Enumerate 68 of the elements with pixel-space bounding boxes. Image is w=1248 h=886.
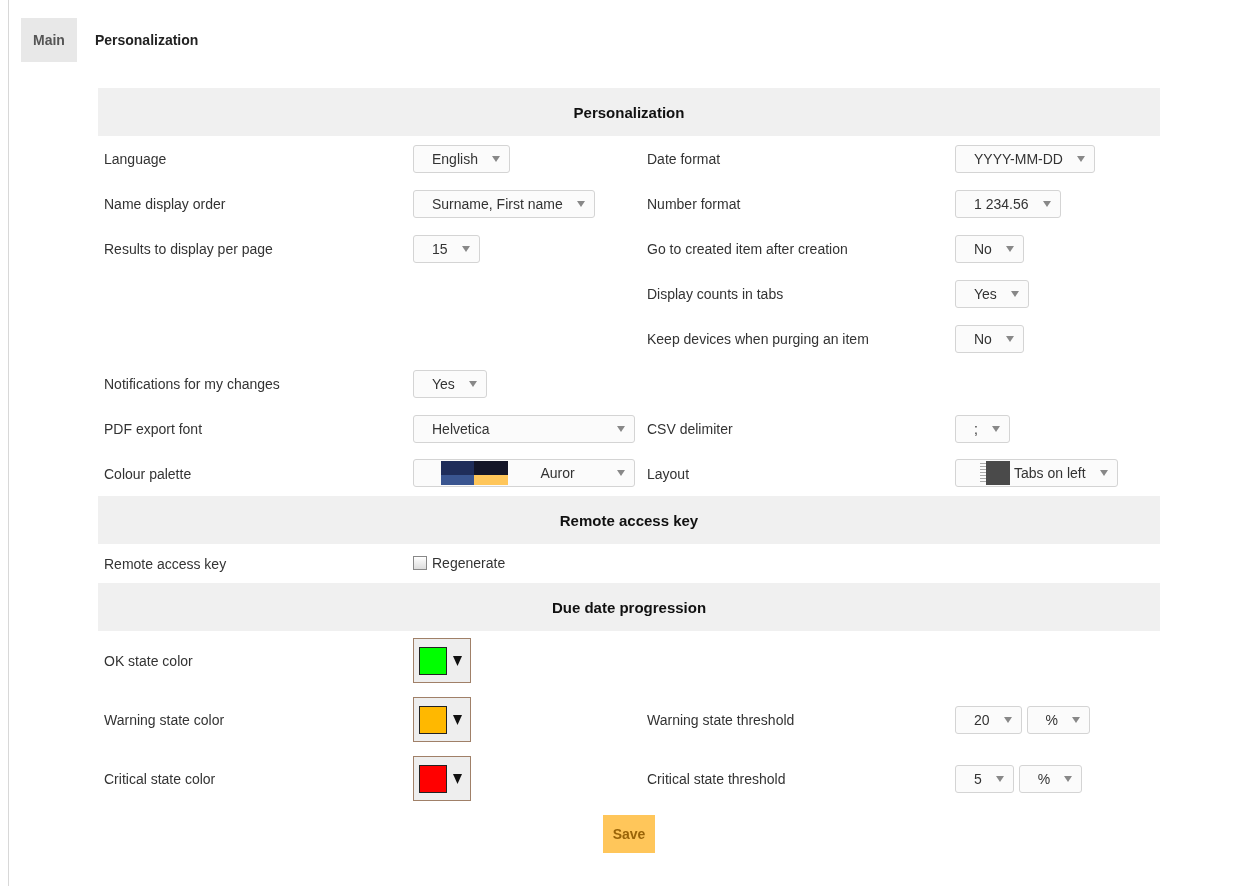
caret-icon (1064, 775, 1073, 782)
section-title: Remote access key (559, 511, 699, 529)
field-label: OK state color (104, 652, 193, 669)
tab[interactable]: Personalization (94, 18, 199, 62)
dropdown[interactable]: 5 (955, 764, 1014, 793)
color-picker[interactable] (413, 697, 471, 742)
dropdown[interactable]: 1 234.56 (955, 189, 1061, 218)
caret-icon (453, 655, 462, 666)
dropdown[interactable]: 15 (413, 234, 480, 263)
dropdown[interactable]: Surname, First name (413, 189, 595, 218)
caret-icon (1010, 290, 1019, 297)
caret-icon (576, 200, 585, 207)
color-picker[interactable] (413, 756, 471, 801)
dropdown[interactable]: No (955, 234, 1024, 263)
caret-icon (991, 425, 1000, 432)
dropdown[interactable]: Helvetica (413, 414, 635, 443)
dropdown[interactable]: Yes (413, 369, 487, 398)
caret-icon (617, 470, 625, 476)
section-title: Personalization (573, 103, 685, 121)
field-label: Notifications for my changes (104, 375, 280, 392)
caret-icon (453, 773, 462, 784)
caret-icon (617, 425, 625, 432)
dropdown[interactable]: Yes (955, 279, 1029, 308)
field-label: Layout (647, 465, 690, 482)
field-label: Language (104, 150, 167, 167)
color-picker[interactable] (413, 638, 471, 683)
checkbox[interactable] (413, 555, 427, 570)
caret-icon (491, 155, 500, 162)
field-label: Warning state threshold (647, 711, 795, 728)
field-label: Display counts in tabs (647, 285, 784, 302)
field-label: PDF export font (104, 420, 203, 437)
field-label: Go to created item after creation (647, 240, 848, 257)
caret-icon (1042, 200, 1051, 207)
field-label: Results to display per page (104, 240, 273, 257)
caret-icon (453, 714, 462, 725)
caret-icon (1005, 245, 1014, 252)
dropdown[interactable]: Tabs on left (955, 459, 1118, 487)
caret-icon (1003, 716, 1012, 723)
field-label: Critical state color (104, 770, 216, 787)
field-label: CSV delimiter (647, 420, 733, 437)
dropdown[interactable]: % (1026, 705, 1091, 734)
caret-icon (995, 775, 1004, 782)
caret-icon (1005, 335, 1014, 342)
caret-icon (1099, 470, 1108, 476)
dropdown[interactable]: YYYY-MM-DD (955, 144, 1095, 173)
dropdown[interactable]: 20 (955, 705, 1022, 734)
field-label: Keep devices when purging an item (647, 330, 869, 347)
section-title: Due date progression (551, 598, 707, 616)
dropdown[interactable]: % (1018, 764, 1083, 793)
field-label: Remote access key (104, 555, 227, 572)
dropdown[interactable]: English (413, 144, 510, 173)
field-label: Warning state color (104, 711, 225, 728)
palette-swatch-icon (441, 461, 508, 485)
checkbox-label[interactable]: Regenerate (432, 554, 506, 571)
layout-icon (980, 461, 1010, 485)
tab[interactable]: Main (21, 18, 77, 62)
field-label: Critical state threshold (647, 770, 786, 787)
caret-icon (1072, 716, 1081, 723)
caret-icon (461, 245, 470, 252)
dropdown[interactable]: Auror (413, 459, 635, 487)
caret-icon (1076, 155, 1085, 162)
caret-icon (468, 380, 477, 387)
field-label: Name display order (104, 195, 226, 212)
dropdown[interactable]: ; (955, 414, 1010, 443)
field-label: Number format (647, 195, 741, 212)
field-label: Colour palette (104, 465, 192, 482)
dropdown[interactable]: No (955, 324, 1024, 353)
field-label: Date format (647, 150, 721, 167)
